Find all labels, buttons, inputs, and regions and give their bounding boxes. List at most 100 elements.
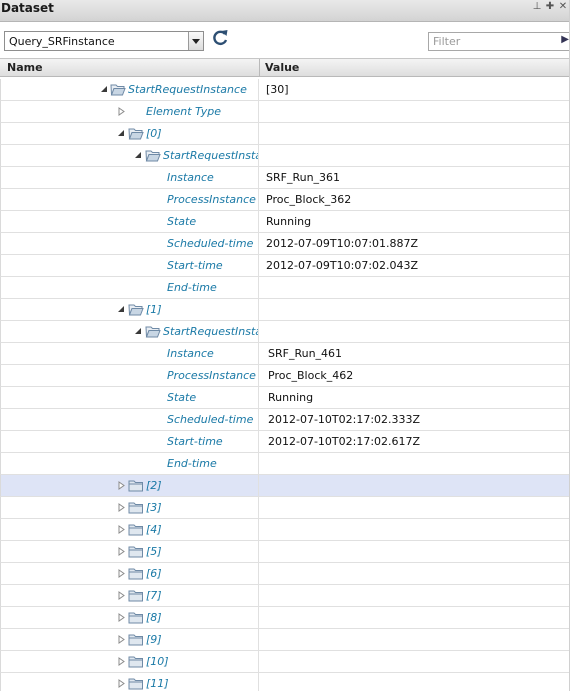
tree-row[interactable]: [0] (0, 123, 570, 145)
tree-row-label: [7] (146, 589, 162, 602)
tree-row[interactable]: State Running (0, 211, 570, 233)
tree-row[interactable]: StartRequestInstance (0, 145, 570, 167)
tree-row-label: Scheduled-time (167, 413, 254, 426)
tree-row-label: [5] (146, 545, 162, 558)
tree-row-name-cell: End-time (1, 453, 259, 474)
tree-row[interactable]: Scheduled-time 2012-07-10T02:17:02.333Z (0, 409, 570, 431)
tree-row[interactable]: [9] (0, 629, 570, 651)
expand-arrow-icon[interactable] (117, 107, 126, 116)
tree-row[interactable]: End-time (0, 453, 570, 475)
tree-row-label: [4] (146, 523, 162, 536)
tree-row-value: 2012-07-09T10:07:02.043Z (266, 259, 419, 272)
tree-row[interactable]: StartRequestInstance [30] (0, 79, 570, 101)
tree-row[interactable]: [8] (0, 607, 570, 629)
expand-arrow-icon[interactable] (117, 569, 126, 578)
expand-arrow-icon[interactable] (117, 657, 126, 666)
tree-row[interactable]: Start-time 2012-07-09T10:07:02.043Z (0, 255, 570, 277)
collapse-arrow-icon[interactable] (117, 129, 126, 138)
tree-row[interactable]: [6] (0, 563, 570, 585)
query-select[interactable]: Query_SRFinstance (4, 31, 204, 51)
tree-row-label: StartRequestInstance (128, 83, 247, 96)
tree-row-value: SRF_Run_361 (266, 171, 341, 184)
tree-row[interactable]: State Running (0, 387, 570, 409)
tree-row-label: ProcessInstance (167, 193, 256, 206)
tree-row-label: [0] (146, 127, 162, 140)
tree-row[interactable]: ProcessInstance Proc_Block_462 (0, 365, 570, 387)
folder-icon (128, 546, 143, 558)
tree-row-name-cell: [3] (1, 497, 259, 518)
maximize-icon[interactable]: ✚ (545, 1, 555, 13)
chevron-down-icon[interactable] (188, 32, 203, 50)
refresh-icon[interactable] (211, 28, 229, 48)
tree-row[interactable]: [11] (0, 673, 570, 691)
pin-icon[interactable]: ⊥ (532, 1, 542, 13)
tree-row[interactable]: [3] (0, 497, 570, 519)
tree-row[interactable]: [4] (0, 519, 570, 541)
expand-arrow-icon[interactable] (117, 525, 126, 534)
folder-open-icon (145, 150, 161, 162)
collapse-arrow-icon[interactable] (117, 305, 126, 314)
column-divider[interactable] (259, 59, 260, 76)
collapse-arrow-icon[interactable] (134, 151, 143, 160)
close-icon[interactable]: ✕ (558, 1, 568, 13)
tree-row[interactable]: [5] (0, 541, 570, 563)
tree-row-label: [2] (146, 479, 162, 492)
tree-row[interactable]: Start-time 2012-07-10T02:17:02.617Z (0, 431, 570, 453)
folder-icon (128, 568, 143, 580)
tree-row[interactable]: Scheduled-time 2012-07-09T10:07:01.887Z (0, 233, 570, 255)
tree-row-name-cell: [2] (1, 475, 259, 496)
collapse-arrow-icon[interactable] (134, 327, 143, 336)
tree-row-label: State (167, 215, 197, 228)
tree-row[interactable]: Element Type (0, 101, 570, 123)
tree-row-name-cell: [10] (1, 651, 259, 672)
tree-row-label: Start-time (167, 435, 223, 448)
tree-row[interactable]: [7] (0, 585, 570, 607)
folder-open-icon (145, 326, 161, 338)
filter-input[interactable] (429, 33, 557, 50)
tree-row[interactable]: Instance SRF_Run_461 (0, 343, 570, 365)
tree-row[interactable]: StartRequestInstance (0, 321, 570, 343)
tree-row-label: Instance (167, 347, 214, 360)
expand-arrow-icon[interactable] (117, 503, 126, 512)
tree-row-name-cell: StartRequestInstance (1, 79, 259, 100)
expand-arrow-icon[interactable] (117, 547, 126, 556)
query-select-value: Query_SRFinstance (9, 35, 115, 48)
tree-row-name-cell: [5] (1, 541, 259, 562)
tree-row-label: [6] (146, 567, 162, 580)
folder-icon (128, 678, 143, 690)
tree-row[interactable]: [2] (0, 475, 570, 497)
tree-row-name-cell: Scheduled-time (1, 409, 259, 430)
tree-row-label: ProcessInstance (167, 369, 256, 382)
filter-field[interactable]: ▶ (428, 32, 570, 51)
tree-row[interactable]: [1] (0, 299, 570, 321)
collapse-arrow-icon[interactable] (100, 85, 109, 94)
expand-arrow-icon[interactable] (117, 481, 126, 490)
expand-arrow-icon[interactable] (117, 613, 126, 622)
tree-row[interactable]: Instance SRF_Run_361 (0, 167, 570, 189)
expand-arrow-icon[interactable] (117, 591, 126, 600)
tree-row-name-cell: State (1, 211, 259, 232)
tree-row[interactable]: [10] (0, 651, 570, 673)
tree-row-name-cell: Instance (1, 167, 259, 188)
tree-row[interactable]: ProcessInstance Proc_Block_362 (0, 189, 570, 211)
tree-row-name-cell: StartRequestInstance (1, 321, 259, 342)
expand-arrow-icon[interactable] (117, 679, 126, 688)
column-header-value[interactable]: Value (265, 59, 299, 76)
tree-row-label: StartRequestInstance (163, 149, 258, 162)
tree-row-label: Element Type (146, 105, 222, 118)
tree-row-label: [1] (146, 303, 162, 316)
tree-row-name-cell: Start-time (1, 255, 259, 276)
panel-title-icons: ⊥ ✚ ✕ (532, 1, 568, 13)
filter-go-icon[interactable]: ▶ (561, 34, 569, 45)
expand-arrow-icon[interactable] (117, 635, 126, 644)
tree-row[interactable]: End-time (0, 277, 570, 299)
folder-open-icon (110, 84, 126, 96)
tree-row-value: 2012-07-10T02:17:02.617Z (268, 435, 421, 448)
tree-row-label: [8] (146, 611, 162, 624)
tree-row-name-cell: StartRequestInstance (1, 145, 259, 166)
tree-row-name-cell: State (1, 387, 259, 408)
folder-icon (128, 480, 143, 492)
tree-row-name-cell: [8] (1, 607, 259, 628)
tree-row-label: [9] (146, 633, 162, 646)
column-header-name[interactable]: Name (7, 59, 43, 76)
